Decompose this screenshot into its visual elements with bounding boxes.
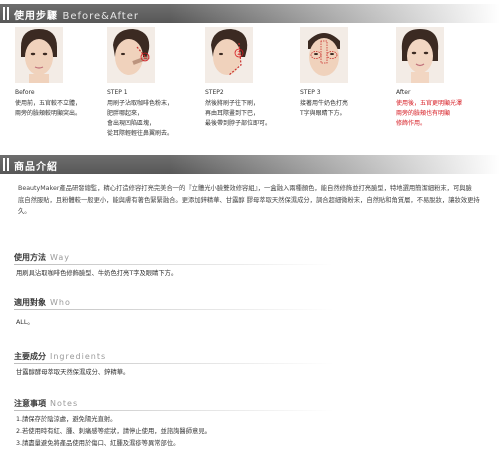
divider [14,264,334,265]
step-label: STEP 3 [300,89,321,96]
svg-text:1: 1 [143,55,146,61]
notes-item: 2.若使用時有紅、腫、刺痛感等症狀，請停止使用，並諮詢醫師意見。 [16,428,211,435]
face-step2-image: 2 [205,27,253,83]
step-label: STEP 1 [107,89,128,96]
product-intro-banner: 商品介紹 [0,155,500,174]
section-title-notes: 注意事項 Notes [14,399,79,408]
banner-title: 使用步驟 Before&After [14,11,139,22]
face-before-image [15,27,63,83]
banner-bars-icon [3,7,9,20]
step-desc: 然後將刷子往下刷， 再由耳際畫到下巴， 最後帶到脖子部位即可。 [205,100,272,127]
step-after: After 使用後，五官更明顯光澤 兩旁的臉頰也有明顯 修飾作用。 [396,27,488,127]
step-3: STEP 3 接著用牛奶色打亮 T字與眼睛下方。 [300,27,392,117]
banner-bars-icon [3,158,9,171]
notes-item: 1.請保存於陰涼處，避免陽光直射。 [16,416,117,423]
section-title-method: 使用方法 Way [14,253,71,262]
step-label: STEP2 [205,89,224,96]
step-desc: 使用前，五官較不立體， 兩旁的臉頰較明顯突出。 [15,100,82,117]
step-desc: 用刷子沾取咖啡色粉末， 肥胖哪起來， 會出現凹陷區塊， 從耳際輕輕往鼻翼刷去。 [107,100,174,137]
divider [14,363,334,364]
svg-text:2: 2 [237,51,240,57]
divider [14,309,334,310]
step-desc: 接著用牛奶色打亮 T字與眼睛下方。 [300,100,349,117]
step-label: After [396,89,411,96]
usage-steps-banner: 使用步驟 Before&After [0,4,500,23]
face-step1-image: 1 [107,27,155,83]
ingredients-text: 甘露醇酵母萃取天然保濕成分、鋅精華。 [16,369,130,376]
method-text: 用刷具沾取咖啡色修飾臉型、牛奶色打亮T字及眼睛下方。 [16,270,178,277]
divider [14,410,334,411]
step-1: 1 STEP 1 用刷子沾取咖啡色粉末， 肥胖哪起來， 會出現凹陷區塊， 從耳際… [107,27,199,137]
banner-title: 商品介紹 [14,162,58,173]
step-2: 2 STEP2 然後將刷子往下刷， 再由耳際畫到下巴， 最後帶到脖子部位即可。 [205,27,297,127]
section-title-who: 適用對象 Who [14,298,71,307]
notes-list: 1.請保存於陰涼處，避免陽光直射。 2.若使用時有紅、腫、刺痛感等症狀，請停止使… [16,414,211,450]
face-after-image [396,27,444,83]
step-desc: 使用後，五官更明顯光澤 兩旁的臉頰也有明顯 修飾作用。 [396,100,463,127]
notes-item: 3.請盡量避免將產品使用於傷口、紅腫及濕疹等異常部位。 [16,440,180,447]
step-before: Before 使用前，五官較不立體， 兩旁的臉頰較明顯突出。 [15,27,107,117]
section-title-ingredients: 主要成分 Ingredients [14,352,107,361]
who-text: ALL。 [16,319,34,326]
face-step3-image [300,27,348,83]
product-intro-text: BeautyMaker產品研發總監，精心打造修容打亮完美合一的『立體光小臉雙效修… [18,185,480,215]
step-label: Before [15,89,35,96]
